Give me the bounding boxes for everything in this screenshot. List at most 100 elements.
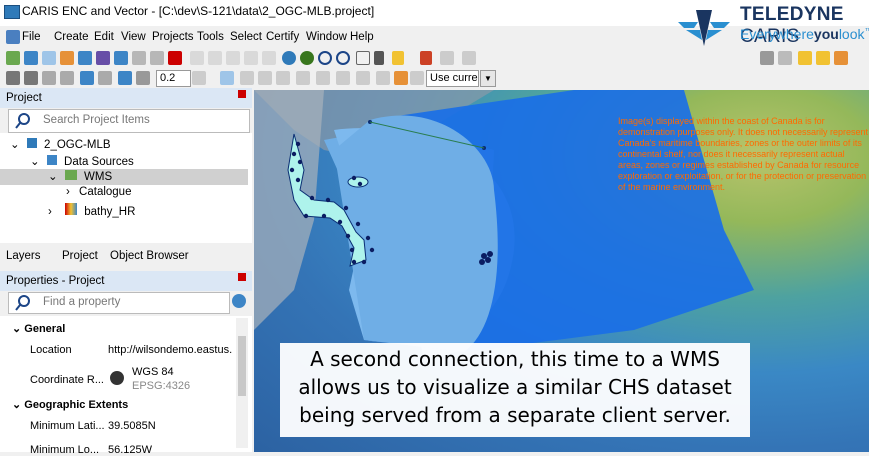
merge-icon[interactable] [316, 71, 330, 85]
chevron-right-icon[interactable]: › [66, 186, 70, 198]
settings-icon[interactable] [760, 51, 774, 65]
filter-icon[interactable] [150, 51, 164, 65]
pan-hand-icon[interactable] [392, 51, 404, 65]
line-icon[interactable] [276, 71, 290, 85]
select-arrow-icon[interactable] [374, 51, 384, 65]
min-lon-value: 56.125W [108, 444, 152, 456]
measure-icon[interactable] [420, 51, 432, 65]
sync-icon[interactable] [778, 51, 792, 65]
gear-icon[interactable] [232, 294, 246, 308]
close-icon[interactable] [238, 273, 246, 281]
tree-item-catalogue[interactable]: › Catalogue [66, 186, 131, 202]
list-icon[interactable] [376, 71, 390, 85]
map-disclaimer: Image(s) displayed within the coast of C… [618, 116, 868, 193]
project-search-input[interactable]: Search Project Items [8, 109, 250, 133]
zoom-rect-icon[interactable] [356, 51, 370, 65]
menu-create[interactable]: Create [54, 31, 89, 43]
general-section[interactable]: ⌄ General [12, 322, 65, 335]
search-icon [15, 295, 31, 311]
shape-icon[interactable] [240, 71, 254, 85]
database-add-icon[interactable] [96, 51, 110, 65]
pen-icon[interactable] [220, 71, 234, 85]
alert-icon[interactable] [816, 51, 830, 65]
copy-icon[interactable] [226, 51, 240, 65]
caption-overlay: A second connection, this time to a WMS … [280, 343, 750, 437]
menu-tools[interactable]: Tools [197, 31, 224, 43]
import-icon[interactable] [114, 51, 128, 65]
tab-object-browser[interactable]: Object Browser [110, 250, 189, 262]
document-icon[interactable] [190, 51, 204, 65]
rotate-icon[interactable] [98, 71, 112, 85]
geographic-extents-section[interactable]: ⌄ Geographic Extents [12, 398, 128, 411]
caption-line-1: A second connection, this time to a WMS [280, 345, 750, 373]
edge-icon[interactable] [60, 71, 74, 85]
save-icon[interactable] [24, 51, 38, 65]
chevron-down-icon[interactable]: ▼ [480, 70, 496, 87]
screen-icon[interactable] [6, 71, 20, 85]
stepper-icon[interactable] [192, 71, 206, 85]
tree-item-root[interactable]: ⌄ 2_OGC-MLB [10, 137, 111, 153]
node-icon[interactable] [42, 71, 56, 85]
screen-add-icon[interactable] [24, 71, 38, 85]
menu-window[interactable]: Window [306, 31, 347, 43]
menu-edit[interactable]: Edit [94, 31, 114, 43]
link-icon[interactable] [42, 51, 56, 65]
teledyne-logo-icon [674, 8, 734, 48]
tagline-trademark: ™ [865, 26, 869, 35]
chevron-down-icon[interactable]: ⌄ [10, 139, 20, 151]
tree-item-root-label: 2_OGC-MLB [44, 139, 110, 151]
use-current-select[interactable]: Use currer [426, 70, 479, 87]
tree-item-data-sources[interactable]: ⌄ Data Sources [30, 154, 134, 170]
polygon-icon[interactable] [258, 71, 272, 85]
tab-layers[interactable]: Layers [6, 250, 41, 262]
scrollbar-thumb[interactable] [238, 336, 246, 396]
edit-icon[interactable] [462, 51, 476, 65]
min-lon-label: Minimum Lo... [30, 444, 99, 456]
title-bar: CARIS ENC and Vector - [C:\dev\S-121\dat… [0, 0, 869, 26]
datasources-icon [47, 155, 57, 165]
warning-icon[interactable] [798, 51, 812, 65]
refresh-icon[interactable] [300, 51, 314, 65]
close-icon[interactable] [238, 90, 246, 98]
zoom-out-icon[interactable] [336, 51, 350, 65]
open-icon[interactable] [6, 51, 20, 65]
delete-icon[interactable] [168, 51, 182, 65]
properties-scrollbar[interactable] [236, 318, 248, 448]
export-icon[interactable] [132, 51, 146, 65]
menu-file[interactable]: File [22, 31, 41, 43]
tree-item-data-sources-label: Data Sources [64, 156, 134, 168]
draw-icon[interactable] [440, 51, 454, 65]
globe-icon[interactable] [282, 51, 296, 65]
undo-icon[interactable] [244, 51, 258, 65]
user-icon[interactable] [834, 51, 848, 65]
chevron-down-icon[interactable]: ⌄ [30, 156, 40, 168]
brush-icon[interactable] [410, 71, 424, 85]
chevron-right-icon[interactable]: › [48, 206, 52, 218]
tab-project[interactable]: Project [62, 250, 98, 262]
zoom-in-icon[interactable] [318, 51, 332, 65]
split-icon[interactable] [336, 71, 350, 85]
redo-icon[interactable] [262, 51, 276, 65]
tree-item-wms[interactable]: ⌄ WMS [0, 169, 248, 185]
menu-certify[interactable]: Certify [266, 31, 299, 43]
tree-item-bathy[interactable]: › bathy_HR [48, 203, 135, 219]
move-icon[interactable] [118, 71, 132, 85]
feature-icon[interactable] [296, 71, 310, 85]
database-icon[interactable] [78, 51, 92, 65]
app-icon [4, 5, 20, 19]
panel-tabs: Layers Project Object Browser [0, 247, 252, 267]
pencil-icon[interactable] [394, 71, 408, 85]
menu-select[interactable]: Select [230, 31, 262, 43]
snap-icon[interactable] [80, 71, 94, 85]
chevron-down-icon[interactable]: ⌄ [48, 171, 58, 183]
attribute-icon[interactable] [356, 71, 370, 85]
spark-icon[interactable] [136, 71, 150, 85]
layer-icon[interactable] [60, 51, 74, 65]
menu-view[interactable]: View [121, 31, 146, 43]
property-search-input[interactable]: Find a property [8, 292, 230, 314]
menu-projects[interactable]: Projects [152, 31, 194, 43]
cut-icon[interactable] [208, 51, 222, 65]
scale-input[interactable]: 0.2 [156, 70, 191, 87]
menu-help[interactable]: Help [350, 31, 374, 43]
window-title: CARIS ENC and Vector - [C:\dev\S-121\dat… [22, 4, 374, 18]
